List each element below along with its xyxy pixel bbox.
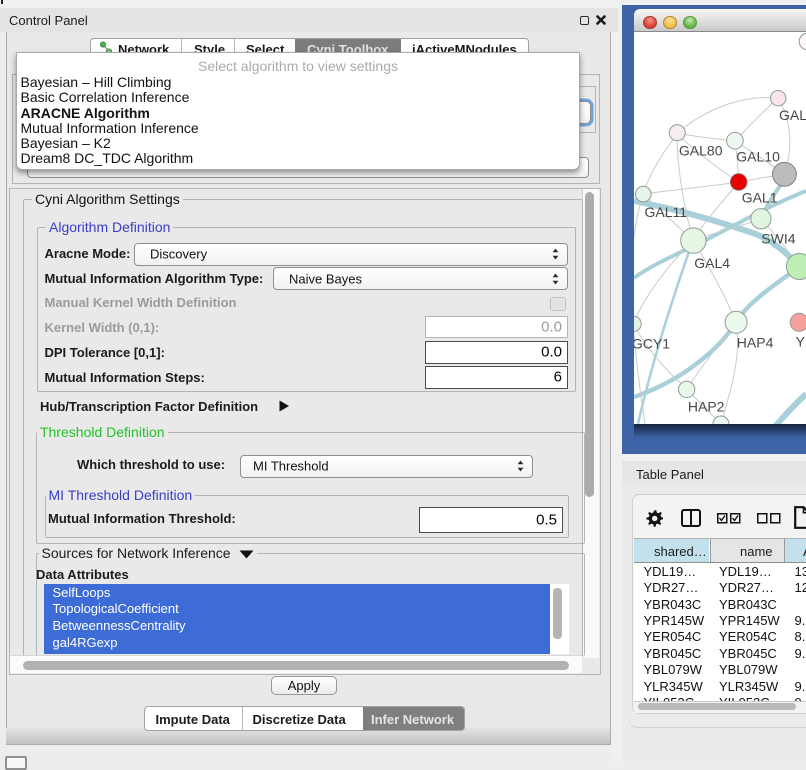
- svg-text:GAL8: GAL8: [779, 107, 806, 123]
- svg-text:GAL80: GAL80: [679, 142, 723, 158]
- svg-text:HAP4: HAP4: [737, 335, 774, 351]
- svg-text:GAL4: GAL4: [694, 255, 730, 271]
- svg-text:SWI4: SWI4: [761, 231, 795, 247]
- svg-text:HAP2: HAP2: [688, 398, 725, 414]
- svg-text:Y: Y: [796, 333, 806, 349]
- svg-text:GAL1: GAL1: [742, 189, 778, 205]
- svg-text:GAL11: GAL11: [645, 204, 688, 220]
- svg-text:GAL10: GAL10: [736, 149, 780, 165]
- svg-text:GCY1: GCY1: [634, 336, 670, 352]
